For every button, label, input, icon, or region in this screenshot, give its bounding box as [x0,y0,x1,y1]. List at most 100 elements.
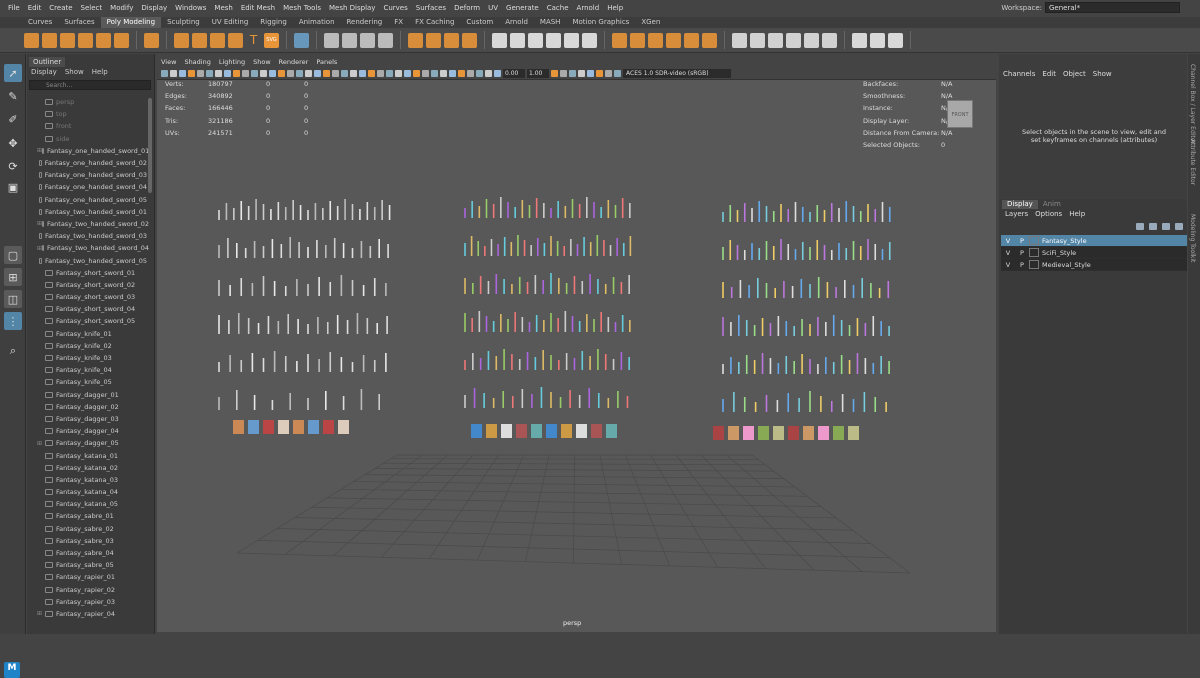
outliner-item[interactable]: Fantasy_knife_04 [27,364,147,376]
shelf-tab-arnold[interactable]: Arnold [499,17,534,28]
magnifier-icon[interactable]: ⌕ [4,342,22,360]
shelf-tool-13-icon[interactable] [342,32,357,48]
layer-visibility-toggle[interactable]: V [1001,237,1015,245]
shelf-tool-12-icon[interactable] [324,32,339,48]
outliner-item[interactable]: Fantasy_two_handed_sword_03 [27,230,147,242]
shelf-tool-9-icon[interactable] [210,32,225,48]
layer-menu-options[interactable]: Options [1035,210,1062,218]
side-tab[interactable]: Channel Box / Layer Editor [1189,64,1196,144]
outliner-item[interactable]: Fantasy_rapier_03 [27,596,147,608]
shelf-tab-fx[interactable]: FX [388,17,409,28]
channel-menu-edit[interactable]: Edit [1042,70,1056,78]
outliner-item[interactable]: Fantasy_one_handed_sword_02 [27,157,147,169]
layer-menu-layers[interactable]: Layers [1005,210,1028,218]
move-down-icon[interactable] [1175,223,1183,230]
rotate-tool-icon[interactable]: ⟳ [4,157,22,175]
shelf-tab-rendering[interactable]: Rendering [341,17,389,28]
shelf-tab-custom[interactable]: Custom [460,17,499,28]
shelf-tool-20-icon[interactable] [492,32,507,48]
outliner-item[interactable]: Fantasy_sabre_05 [27,559,147,571]
shelf-tool-4-icon[interactable] [96,32,111,48]
shelf-tab-xgen[interactable]: XGen [635,17,666,28]
outliner-search-input[interactable]: Search... [29,80,151,90]
shelf-tool-16-icon[interactable] [408,32,423,48]
shelf-tool-6-icon[interactable] [144,32,159,48]
persp-outliner-icon[interactable]: ⋮ [4,312,22,330]
shelf-tool-38-icon[interactable] [852,32,867,48]
outliner-item[interactable]: Fantasy_sabre_02 [27,523,147,535]
outliner-item[interactable]: persp [27,96,147,108]
menu-file[interactable]: File [4,4,24,12]
lasso-tool-icon[interactable]: ✎ [4,87,22,105]
shelf-tab-sculpting[interactable]: Sculpting [161,17,206,28]
menu-windows[interactable]: Windows [171,4,210,12]
shelf-tab-curves[interactable]: Curves [22,17,58,28]
outliner-item[interactable]: Fantasy_knife_03 [27,352,147,364]
shelf-tab-motion-graphics[interactable]: Motion Graphics [566,17,635,28]
menu-arnold[interactable]: Arnold [573,4,604,12]
menu-display[interactable]: Display [137,4,171,12]
outliner-menu-help[interactable]: Help [92,68,108,76]
text-tool-icon[interactable]: T [246,33,261,48]
outliner-item[interactable]: Fantasy_short_sword_05 [27,315,147,327]
shelf-tab-mash[interactable]: MASH [534,17,567,28]
outliner-item[interactable]: Fantasy_rapier_01 [27,571,147,583]
shelf-tab-poly-modeling[interactable]: Poly Modeling [100,17,162,28]
outliner-item[interactable]: Fantasy_one_handed_sword_04 [27,181,147,193]
outliner-item[interactable]: Fantasy_knife_02 [27,340,147,352]
shelf-tool-31-icon[interactable] [702,32,717,48]
side-tab[interactable]: Modeling Toolkit [1189,214,1196,262]
menu-curves[interactable]: Curves [379,4,411,12]
outliner-item[interactable]: Fantasy_one_handed_sword_03 [27,169,147,181]
layer-playback-toggle[interactable]: P [1015,237,1029,245]
outliner-title[interactable]: Outliner [29,57,66,67]
shelf-tool-32-icon[interactable] [732,32,747,48]
shelf-tool-22-icon[interactable] [528,32,543,48]
svg-tool-icon[interactable]: SVG [264,32,279,48]
outliner-menu-show[interactable]: Show [65,68,84,76]
new-layer-icon[interactable] [1136,223,1144,230]
layer-color-swatch[interactable] [1029,236,1039,245]
layer-playback-toggle[interactable]: P [1015,249,1029,257]
single-view-icon[interactable]: ▢ [4,246,22,264]
layer-tab-anim[interactable]: Anim [1038,200,1066,209]
workspace-dropdown[interactable]: General* [1045,2,1180,13]
menu-help[interactable]: Help [603,4,627,12]
new-layer-selected-icon[interactable] [1149,223,1157,230]
side-tab[interactable]: Attribute Editor [1189,139,1196,185]
menu-cache[interactable]: Cache [543,4,573,12]
channel-menu-object[interactable]: Object [1063,70,1086,78]
outliner-item[interactable]: top [27,108,147,120]
shelf-tool-14-icon[interactable] [360,32,375,48]
outliner-item[interactable]: side [27,133,147,145]
paint-select-icon[interactable]: ✐ [4,110,22,128]
menu-modify[interactable]: Modify [106,4,137,12]
outliner-item[interactable]: Fantasy_two_handed_sword_01 [27,206,147,218]
four-view-icon[interactable]: ⊞ [4,268,22,286]
outliner-item[interactable]: ⊞ Fantasy_one_handed_sword_01 [27,145,149,157]
shelf-tab-rigging[interactable]: Rigging [254,17,293,28]
layer-color-swatch[interactable] [1029,260,1039,269]
menu-mesh[interactable]: Mesh [210,4,236,12]
channel-menu-show[interactable]: Show [1093,70,1112,78]
outliner-item[interactable]: Fantasy_knife_05 [27,376,147,388]
menu-mesh-display[interactable]: Mesh Display [325,4,379,12]
side-by-side-icon[interactable]: ◫ [4,290,22,308]
shelf-tool-3-icon[interactable] [78,32,93,48]
shelf-tool-21-icon[interactable] [510,32,525,48]
layer-tab-display[interactable]: Display [1002,200,1038,209]
layer-row[interactable]: V P Medieval_Style [1001,259,1187,271]
menu-uv[interactable]: UV [484,4,502,12]
outliner-item[interactable]: ⊞ Fantasy_two_handed_sword_04 [27,242,149,254]
outliner-item[interactable]: Fantasy_short_sword_03 [27,291,147,303]
layer-visibility-toggle[interactable]: V [1001,261,1015,269]
outliner-item[interactable]: Fantasy_dagger_04 [27,425,147,437]
outliner-item[interactable]: Fantasy_katana_05 [27,498,147,510]
outliner-item[interactable]: Fantasy_two_handed_sword_05 [27,254,147,266]
outliner-item[interactable]: Fantasy_sabre_01 [27,510,147,522]
shelf-tool-30-icon[interactable] [684,32,699,48]
outliner-item[interactable]: Fantasy_one_handed_sword_05 [27,194,147,206]
shelf-tool-1-icon[interactable] [42,32,57,48]
outliner-item[interactable]: front [27,120,147,132]
layer-color-swatch[interactable] [1029,248,1039,257]
